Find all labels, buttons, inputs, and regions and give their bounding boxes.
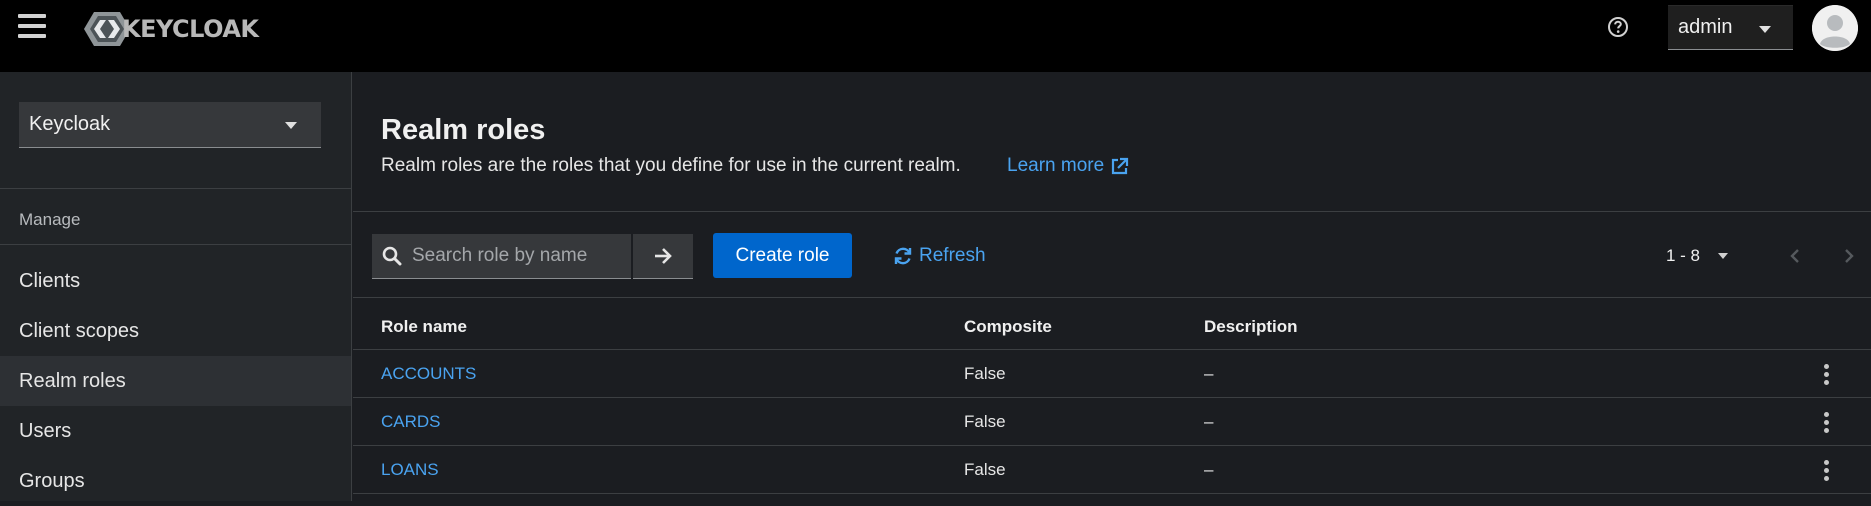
description-value: – (1204, 364, 1214, 383)
divider (353, 211, 1871, 212)
page-title: Realm roles (381, 114, 546, 146)
learn-more-label: Learn more (1007, 155, 1105, 176)
table-row: CARDS False – (353, 398, 1871, 446)
sidebar-item-label: Realm roles (19, 369, 126, 392)
hamburger-icon[interactable] (18, 14, 48, 38)
sidebar-item-realm-roles[interactable]: Realm roles (0, 356, 351, 406)
user-menu-toggle[interactable]: admin (1668, 5, 1793, 50)
chevron-left-icon (1790, 248, 1799, 263)
user-avatar-icon[interactable] (1812, 5, 1858, 51)
divider (353, 493, 1871, 494)
column-header-composite: Composite (964, 317, 1052, 336)
sidebar-item-label: Client scopes (19, 319, 140, 342)
nav-section-title: Manage (19, 210, 81, 229)
table-row: ACCOUNTS False – (353, 350, 1871, 398)
column-header-description: Description (1204, 317, 1298, 336)
sidebar-item-label: Users (19, 419, 72, 442)
composite-value: False (964, 460, 1006, 479)
sidebar-item-users[interactable]: Users (0, 406, 351, 456)
composite-value: False (964, 412, 1006, 431)
masthead: KEYCLOAK admin (0, 0, 1871, 72)
role-name-link[interactable]: LOANS (381, 446, 439, 494)
sidebar-item-clients[interactable]: Clients (0, 256, 351, 306)
role-name-link[interactable]: CARDS (381, 398, 441, 446)
realm-selector-label: Keycloak (29, 113, 111, 135)
refresh-button[interactable]: Refresh (893, 233, 986, 278)
create-role-button[interactable]: Create role (713, 233, 852, 278)
divider (0, 188, 352, 189)
search-input[interactable] (412, 245, 622, 267)
learn-more-link[interactable]: Learn more (1007, 155, 1129, 177)
brand-name: KEYCLOAK (122, 15, 259, 43)
search-icon (382, 246, 402, 266)
external-link-icon (1112, 157, 1129, 174)
description-value: – (1204, 412, 1214, 431)
sidebar: Keycloak Manage Clients Client scopes Re… (0, 72, 352, 501)
sidebar-item-groups[interactable]: Groups (0, 456, 351, 506)
divider (353, 297, 1871, 298)
composite-value: False (964, 364, 1006, 383)
refresh-label: Refresh (919, 244, 986, 266)
chevron-right-icon (1845, 248, 1854, 263)
sidebar-item-label: Groups (19, 469, 85, 492)
table-row: LOANS False – (353, 446, 1871, 494)
search-box (372, 234, 631, 279)
sidebar-item-client-scopes[interactable]: Client scopes (0, 306, 351, 356)
create-role-label: Create role (735, 244, 830, 266)
search-submit-button[interactable] (633, 234, 693, 279)
pagination-range-label: 1 - 8 (1666, 245, 1701, 265)
arrow-right-icon (655, 248, 672, 264)
caret-down-icon (1759, 26, 1771, 33)
main-content: Realm roles Realm roles are the roles th… (353, 72, 1871, 501)
refresh-icon (894, 247, 912, 264)
divider (0, 244, 352, 245)
realm-selector[interactable]: Keycloak (19, 102, 321, 148)
caret-down-icon (285, 122, 297, 129)
pagination-menu-toggle[interactable]: 1 - 8 (1666, 233, 1729, 278)
sidebar-item-label: Clients (19, 269, 81, 292)
kebab-menu-icon[interactable] (1816, 410, 1836, 434)
next-page-button[interactable] (1834, 233, 1864, 278)
caret-down-icon (1718, 252, 1729, 259)
column-header-role-name[interactable]: Role name (381, 317, 467, 337)
previous-page-button[interactable] (1780, 233, 1810, 278)
kebab-menu-icon[interactable] (1816, 362, 1836, 386)
page-description: Realm roles are the roles that you defin… (381, 155, 961, 176)
user-menu-label: admin (1678, 16, 1733, 38)
keycloak-logo[interactable]: KEYCLOAK (84, 12, 259, 46)
role-name-link[interactable]: ACCOUNTS (381, 350, 476, 398)
help-circle-icon[interactable] (1607, 16, 1629, 38)
description-value: – (1204, 460, 1214, 479)
kebab-menu-icon[interactable] (1816, 458, 1836, 482)
